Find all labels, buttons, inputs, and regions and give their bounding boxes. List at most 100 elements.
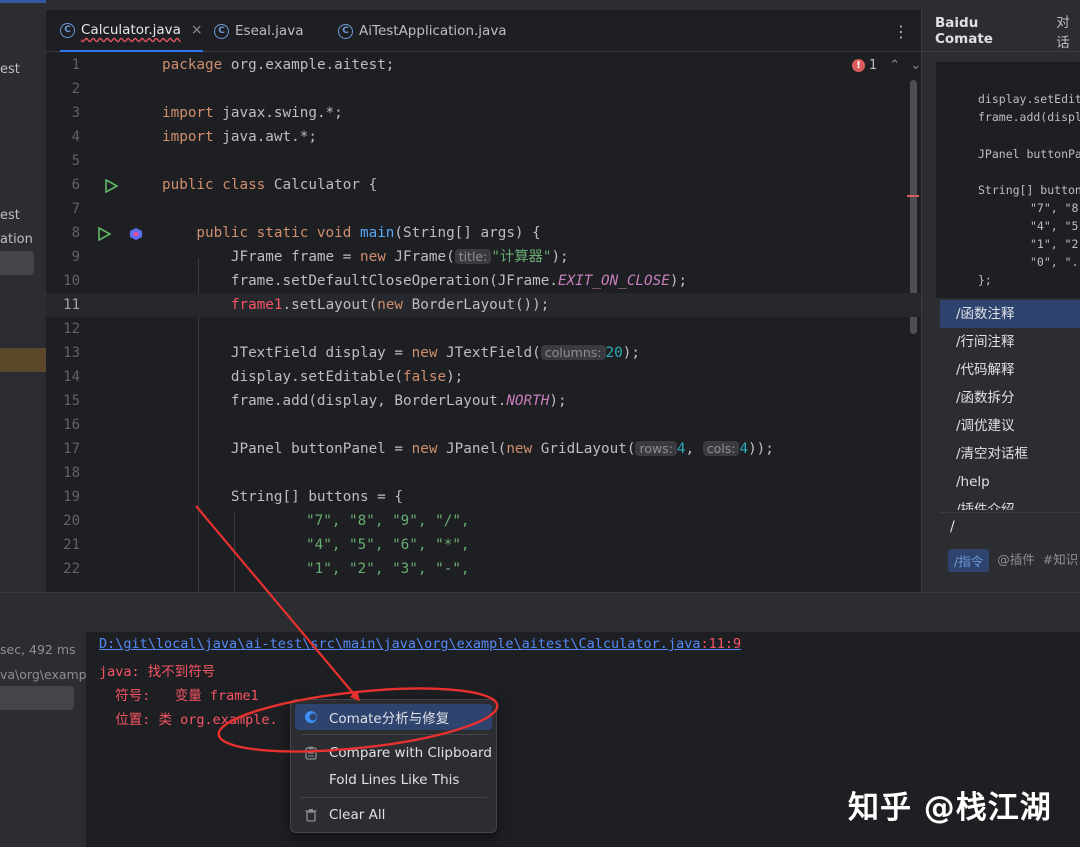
project-item[interactable]: est (0, 208, 20, 223)
close-icon[interactable]: × (191, 22, 203, 38)
code-line[interactable]: display.setEditable(false); (162, 365, 463, 389)
menu-item-fold-lines[interactable]: Fold Lines Like This (295, 767, 492, 793)
project-item[interactable]: ation (0, 232, 33, 247)
code-line[interactable]: "4", "5", "6", "*", (306, 533, 470, 557)
code-line[interactable]: JTextField display = new JTextField(colu… (162, 341, 640, 365)
line-number: 16 (63, 417, 80, 433)
line-number: 8 (71, 225, 80, 241)
line-number: 6 (71, 177, 80, 193)
code-snippet-line: }; (978, 273, 992, 287)
code-line[interactable]: JFrame frame = new JFrame(title: "计算器"); (162, 245, 569, 269)
tab-chat[interactable]: 对话 (1056, 11, 1080, 51)
code-snippet-line: frame.add(displa (978, 110, 1080, 124)
project-panel[interactable]: est est ation (0, 10, 46, 592)
param-hint: rows: (635, 441, 677, 456)
command-clear-dialog[interactable]: /清空对话框 (940, 440, 1080, 468)
code-line[interactable]: import java.awt.*; (162, 125, 317, 149)
line-number: 12 (63, 321, 80, 337)
trash-icon (303, 807, 319, 823)
command-plugin-intro[interactable]: /插件介绍 (940, 496, 1080, 510)
current-line: 11 frame1.setLayout(new BorderLayout()); (46, 293, 921, 317)
chip-knowledge[interactable]: #知识 (1043, 549, 1078, 572)
code-line[interactable]: package org.example.aitest; (162, 53, 394, 77)
line-number: 19 (63, 489, 80, 505)
context-menu: Comate分析与修复 Compare with Clipboard Fold … (290, 699, 497, 833)
line-number: 17 (63, 441, 80, 457)
line-number: 11 (63, 297, 80, 313)
menu-item-label: Comate分析与修复 (329, 711, 450, 727)
chip-plugin[interactable]: @插件 (997, 549, 1035, 572)
error-file-link[interactable]: D:\git\local\java\ai-test\src\main\java\… (99, 636, 741, 652)
editor-tab-bar: C Calculator.java × C Eseal.java C AiTes… (46, 10, 921, 52)
code-snippet-line: "0", "." (1030, 255, 1080, 269)
tab-aitestapplication[interactable]: C AiTestApplication.java (338, 10, 507, 52)
line-number: 3 (71, 105, 80, 121)
menu-item-comate-fix[interactable]: Comate分析与修复 (295, 704, 492, 730)
param-hint: columns: (540, 345, 606, 360)
line-number: 15 (63, 393, 80, 409)
command-help[interactable]: /help (940, 468, 1080, 496)
command-inline-comment[interactable]: /行间注释 (940, 328, 1080, 356)
menu-item-clear-all[interactable]: Clear All (295, 802, 492, 828)
command-function-comment[interactable]: /函数注释 (940, 300, 1080, 328)
chat-input[interactable]: / /指令 @插件 #知识 (940, 512, 1080, 592)
more-icon[interactable]: ⋮ (893, 22, 909, 41)
tab-label: Eseal.java (235, 23, 304, 39)
line-number: 10 (63, 273, 80, 289)
code-snippet-line: String[] buttons (978, 183, 1080, 197)
command-code-explain[interactable]: /代码解释 (940, 356, 1080, 384)
line-number: 9 (71, 249, 80, 265)
code-line[interactable]: String[] buttons = { (162, 485, 403, 509)
comate-tabs: Baidu Comate 对话 (922, 10, 1080, 52)
code-line[interactable]: frame1.setLayout(new BorderLayout()); (162, 293, 550, 317)
line-number: 1 (71, 57, 80, 73)
project-highlight (0, 348, 46, 372)
menu-item-compare-clipboard[interactable]: Compare with Clipboard (295, 740, 492, 766)
tab-label: AiTestApplication.java (359, 23, 507, 39)
project-selection[interactable] (0, 251, 34, 275)
code-line[interactable]: JPanel buttonPanel = new JPanel(new Grid… (162, 437, 774, 461)
menu-separator (301, 797, 487, 798)
code-editor[interactable]: ! 1 ⌃ ⌄ 1 package org.example.aitest; 2 3… (46, 52, 921, 592)
tab-calculator[interactable]: C Calculator.java × (60, 10, 203, 52)
build-time: sec, 492 ms (0, 642, 76, 657)
menu-separator (301, 734, 487, 735)
line-number: 20 (63, 513, 80, 529)
tab-label: Calculator.java (81, 22, 181, 38)
command-function-split[interactable]: /函数拆分 (940, 384, 1080, 412)
chat-input-value[interactable]: / (950, 519, 955, 535)
unresolved-symbol: frame1 (230, 297, 283, 313)
code-line[interactable]: frame.add(display, BorderLayout.NORTH); (162, 389, 567, 413)
console-line: 位置: 类 org.example. (99, 712, 278, 728)
code-line[interactable]: "7", "8", "9", "/", (306, 509, 470, 533)
code-snippet-line: "7", "8" (1030, 201, 1080, 215)
chip-command[interactable]: /指令 (948, 549, 990, 572)
tab-baidu-comate[interactable]: Baidu Comate (935, 15, 1028, 47)
code-line[interactable]: import javax.swing.*; (162, 101, 343, 125)
line-number: 2 (71, 81, 80, 97)
line-number: 4 (71, 129, 80, 145)
build-path[interactable]: va\org\exampl (0, 667, 86, 682)
code-line[interactable]: frame.setDefaultCloseOperation(JFrame.EX… (162, 269, 687, 293)
menu-item-label: Fold Lines Like This (329, 772, 460, 788)
code-snippet-line: "4", "5" (1030, 219, 1080, 233)
strip-accent (0, 0, 46, 3)
tab-eseal[interactable]: C Eseal.java (214, 10, 303, 52)
code-line[interactable]: public class Calculator { (162, 173, 377, 197)
param-hint: title: (454, 249, 492, 264)
project-item[interactable]: est (0, 62, 20, 77)
build-tree[interactable]: sec, 492 ms va\org\exampl (0, 632, 86, 847)
class-icon: C (60, 22, 75, 38)
class-icon: C (338, 23, 353, 39)
code-line[interactable]: "1", "2", "3", "-", (306, 557, 470, 581)
command-tuning-suggest[interactable]: /调优建议 (940, 412, 1080, 440)
tool-window-header (0, 592, 1080, 632)
param-hint: cols: (702, 441, 740, 456)
code-line[interactable]: public static void main(String[] args) { (162, 221, 540, 245)
comate-icon (303, 709, 319, 725)
input-chips: /指令 @插件 #知识 (948, 549, 1078, 572)
line-number: 22 (63, 561, 80, 577)
code-snippet-line: "1", "2" (1030, 237, 1080, 251)
build-selection[interactable] (0, 686, 74, 710)
line-number: 21 (63, 537, 80, 553)
